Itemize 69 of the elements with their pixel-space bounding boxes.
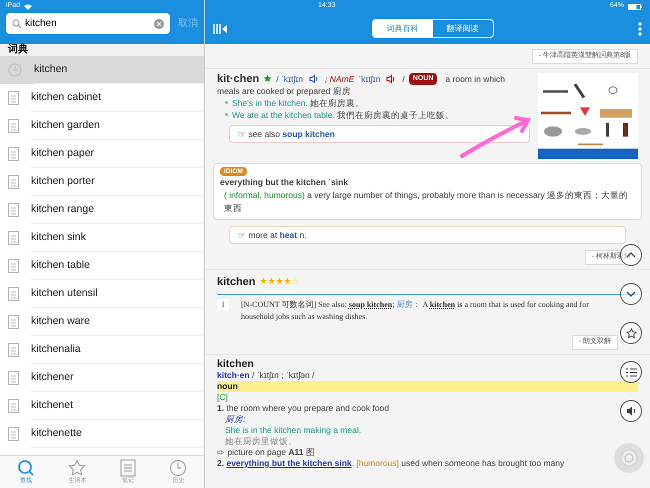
- star-icon: [626, 328, 636, 338]
- star-icon: [263, 74, 272, 83]
- search-bar[interactable]: kitchen: [6, 13, 170, 34]
- segment-tab[interactable]: 词典百科: [372, 20, 432, 37]
- document-icon: [8, 343, 19, 357]
- example-sentence: She's in the kitchen. 她在廚房裏。: [232, 96, 364, 108]
- bullet-icon: [225, 101, 228, 104]
- search-icon: [12, 19, 21, 28]
- longman-headword: kitchen: [217, 358, 255, 370]
- pronounce-button[interactable]: [620, 400, 642, 422]
- sidebar-toggle-icon[interactable]: [213, 24, 227, 34]
- separator: /: [402, 72, 405, 84]
- sense-definition: 2. everything but the kitchen sink. [humorous] used when someone has brought too many: [217, 458, 566, 469]
- speaker-icon: [626, 406, 636, 416]
- wifi-icon: [24, 4, 32, 10]
- clock-icon: [8, 63, 22, 77]
- grammar-code: [C]: [217, 392, 229, 403]
- battery-icon: [628, 4, 642, 10]
- document-icon: [8, 147, 19, 161]
- definition: meals are cooked or prepared 廚房: [217, 84, 352, 96]
- part-of-speech: noun: [217, 380, 638, 392]
- result-item[interactable]: kitchen: [0, 56, 204, 84]
- example-sentence: She is in the kitchen making a meal.: [224, 424, 362, 436]
- collins-definition: [N-COUNT 可数名词] See also: soup kitchen; 厨房： A kitchen is a room that is used for cooking and for household jobs such as washing dishes.: [241, 299, 590, 324]
- more-icon[interactable]: [638, 22, 642, 36]
- document-icon: [8, 231, 19, 245]
- picture-reference: ⇨ picture on page A11 图: [217, 446, 316, 458]
- scroll-down-button[interactable]: [620, 283, 642, 305]
- see-also-box: ☞ see also soup kitchen: [229, 124, 530, 144]
- contents-button[interactable]: [620, 361, 642, 383]
- pronunciation: / ˈkɪtʃɪn: [276, 72, 304, 84]
- speaker-icon[interactable]: [309, 74, 320, 84]
- rating-stars: ★★★★☆: [260, 275, 300, 288]
- favorite-button[interactable]: [620, 322, 642, 344]
- document-icon: [8, 203, 19, 217]
- document-icon: [8, 287, 19, 301]
- speaker-icon[interactable]: [386, 74, 396, 84]
- example-sentence: We ate at the kitchen table. 我們在廚房裏的桌子上吃飯。: [232, 108, 454, 120]
- document-icon: [8, 259, 19, 273]
- document-icon: [8, 175, 19, 189]
- document-icon: [8, 399, 19, 413]
- collins-headword: kitchen: [217, 274, 256, 290]
- chinese-gloss: 厨房:: [224, 414, 246, 425]
- document-icon: [8, 119, 19, 133]
- section-header: 词典: [0, 44, 204, 56]
- chevron-down-icon: [626, 291, 636, 297]
- definition: a room in which: [445, 72, 505, 84]
- document-icon: [8, 315, 19, 329]
- list-icon: [626, 368, 636, 376]
- search-icon: [16, 458, 35, 476]
- clock-icon: [169, 458, 188, 476]
- variety-label: ; NAmE: [325, 72, 354, 84]
- more-at-box: ☞ more at heat n.: [229, 226, 626, 244]
- idiom-phrase: everything but the kitchen ˈsink: [220, 176, 349, 189]
- star-icon: [68, 458, 86, 476]
- idiom-definition: ( informal, humorous) a very large number of things, probably more than is necessary 過多的東西；大量的東西: [223, 189, 630, 214]
- pronunciation: ˈkɪtʃɪn: [358, 72, 380, 84]
- note-icon: [120, 458, 136, 476]
- sense-number: 1: [217, 299, 229, 312]
- document-icon: [8, 427, 19, 441]
- example-translation: 她在厨房里做饭。: [224, 436, 298, 447]
- bullet-icon: [225, 113, 228, 116]
- clear-icon[interactable]: [154, 18, 164, 28]
- document-icon: [8, 371, 19, 385]
- sense-definition: 1. the room where you prepare and cook food: [217, 402, 390, 414]
- search-field[interactable]: kitchen: [25, 16, 150, 31]
- headword: kit·chen: [217, 72, 260, 84]
- document-icon: [8, 91, 19, 105]
- longman-pronunciation: kitch·en / ˈkɪtʃɪn ; ˈkɪtʃən /: [217, 370, 316, 381]
